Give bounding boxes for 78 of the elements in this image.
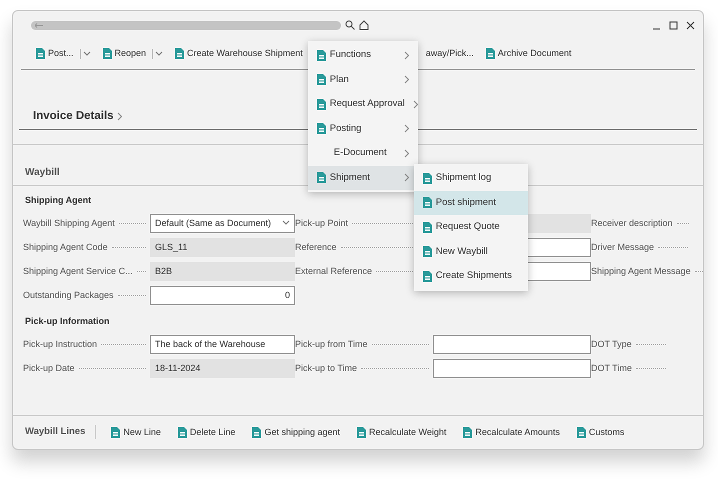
field-label: Pick-up Date xyxy=(23,362,75,375)
field-label: Reference xyxy=(295,240,337,254)
document-icon xyxy=(356,426,366,438)
group-title: Pick-up Information xyxy=(25,316,110,326)
chevron-right-icon xyxy=(404,75,410,84)
field-label: Outstanding Packages xyxy=(23,288,114,302)
menu-item[interactable]: E-Document xyxy=(308,141,418,166)
field-label: DOT Time xyxy=(591,362,632,375)
menu-item[interactable]: Post shipment xyxy=(414,190,528,215)
field-label: External Reference xyxy=(295,264,372,278)
input-field[interactable] xyxy=(433,359,591,378)
field-label: Pick-up to Time xyxy=(295,362,358,375)
toolbar-button[interactable]: Archive Document xyxy=(482,45,574,62)
document-icon xyxy=(422,172,432,184)
dropdown-button[interactable] xyxy=(152,48,166,59)
toolbar-button[interactable]: Post... xyxy=(33,45,76,62)
section-title: Waybill xyxy=(25,166,60,178)
field-label: Shipping Agent Message xyxy=(591,264,691,278)
input-field[interactable] xyxy=(433,335,591,354)
toolbar-button[interactable]: away/Pick... xyxy=(424,45,476,62)
document-icon xyxy=(251,426,262,438)
field-label: Shipping Agent Service C... xyxy=(23,264,133,278)
toolbar-button[interactable]: New Line xyxy=(108,424,163,441)
input-field[interactable]: The back of the Warehouse xyxy=(150,335,295,354)
document-icon xyxy=(422,222,432,233)
menu-item[interactable]: Request Approval xyxy=(308,92,418,116)
maximize-icon xyxy=(669,20,678,30)
input-field: B2B xyxy=(150,262,295,281)
chevron-right-icon xyxy=(116,112,123,121)
page-header-link[interactable]: Invoice Details xyxy=(33,108,123,125)
document-icon xyxy=(110,426,120,438)
chevron-down-icon xyxy=(82,50,91,57)
field-label: Driver Message xyxy=(591,240,654,254)
field-label: Pick-up Instruction xyxy=(23,338,98,351)
toolbar-button[interactable]: Customs xyxy=(574,424,626,441)
chevron-right-icon xyxy=(412,100,419,109)
menu-item[interactable]: Plan xyxy=(308,68,418,92)
field-label: Receiver description xyxy=(591,216,673,230)
menu-item[interactable]: Posting xyxy=(308,116,418,141)
chevron-right-icon xyxy=(404,173,410,182)
document-icon xyxy=(422,197,432,208)
menu-item[interactable]: New Waybill xyxy=(414,240,528,264)
toolbar-button[interactable]: Recalculate Amounts xyxy=(460,424,562,441)
dropdown-field[interactable]: Default (Same as Document) xyxy=(150,214,295,233)
toolbar-button[interactable]: Delete Line xyxy=(174,424,238,441)
chevron-down-icon xyxy=(155,50,164,57)
dropdown-button[interactable] xyxy=(80,48,93,59)
field-label: Waybill Shipping Agent xyxy=(23,216,115,230)
chevron-right-icon xyxy=(404,124,410,134)
document-icon xyxy=(176,426,187,438)
chevron-right-icon xyxy=(404,50,410,60)
field-label: DOT Type xyxy=(591,338,632,351)
document-icon xyxy=(422,270,432,282)
close-icon xyxy=(686,20,695,30)
document-icon xyxy=(576,426,586,438)
back-icon xyxy=(35,22,43,28)
menu-item[interactable]: Request Quote xyxy=(414,215,528,240)
toolbar-button[interactable]: Reopen xyxy=(100,45,148,62)
chevron-down-icon xyxy=(282,220,290,226)
chevron-right-icon xyxy=(404,148,410,158)
input-field: GLS_11 xyxy=(150,238,295,257)
toolbar-button[interactable]: Get shipping agent xyxy=(249,424,342,441)
minimize-icon xyxy=(652,28,661,30)
toolbar-button[interactable]: Create Warehouse Shipment xyxy=(172,45,305,62)
input-field[interactable]: 0 xyxy=(150,286,295,305)
document-icon xyxy=(422,246,432,258)
field-label: Pick-up from Time xyxy=(295,338,368,351)
home-icon xyxy=(359,20,369,30)
input-field: 18-11-2024 xyxy=(150,359,295,378)
field-label: Pick-up Point xyxy=(295,216,348,230)
field-label: Shipping Agent Code xyxy=(23,240,108,254)
group-title: Shipping Agent xyxy=(25,194,92,205)
search-icon xyxy=(345,20,355,30)
document-icon xyxy=(462,426,472,438)
menu-item[interactable]: Create Shipments xyxy=(414,264,528,288)
lines-title: Waybill Lines xyxy=(25,425,96,440)
menu-item[interactable]: Functions xyxy=(308,43,418,68)
toolbar-button[interactable]: Recalculate Weight xyxy=(354,424,448,441)
